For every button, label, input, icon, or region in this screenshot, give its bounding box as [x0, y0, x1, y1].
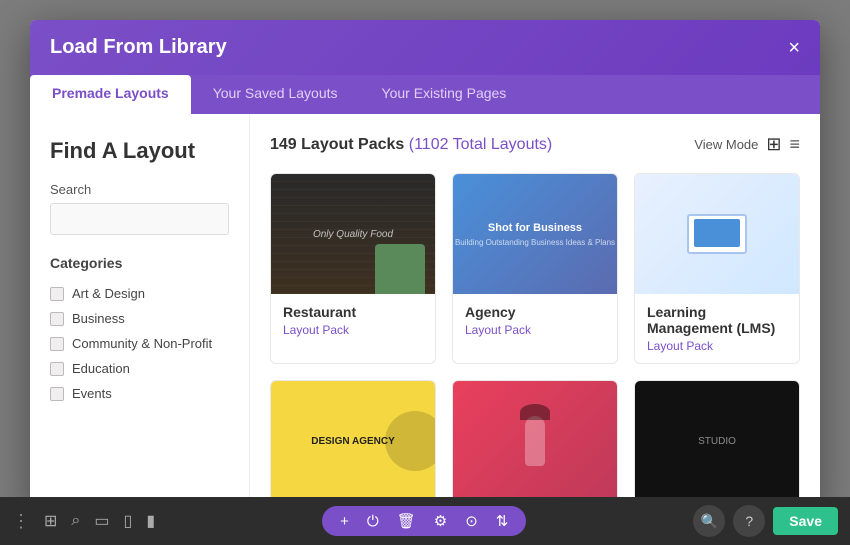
fashion-figure	[525, 416, 545, 466]
card-image-agency: Shot for Business Building Outstanding B…	[453, 174, 617, 294]
design-label: DESIGN AGENCY	[311, 436, 395, 447]
search-input[interactable]	[50, 203, 229, 235]
layout-card-lms[interactable]: Learning Management (LMS) Layout Pack	[634, 173, 800, 364]
content-header: 149 Layout Packs (1102 Total Layouts) Vi…	[270, 134, 800, 155]
card-type: Layout Pack	[465, 323, 605, 337]
category-label: Art & Design	[72, 286, 145, 301]
dark-preview: STUDIO	[635, 381, 799, 501]
card-image-fashion	[453, 381, 617, 501]
grid-icon[interactable]: ⊞	[44, 511, 57, 531]
card-info-restaurant: Restaurant Layout Pack	[271, 294, 435, 347]
list-view-icon[interactable]: ≡	[789, 134, 800, 155]
settings-icon[interactable]: ⚙	[434, 512, 447, 530]
card-image-restaurant: Only Quality Food	[271, 174, 435, 294]
tab-premade[interactable]: Premade Layouts	[30, 75, 191, 114]
sidebar: Find A Layout Search Categories Art & De…	[30, 114, 250, 510]
tablet-icon[interactable]: ▯	[124, 511, 133, 531]
modal-tabs: Premade Layouts Your Saved Layouts Your …	[30, 75, 820, 114]
search-label: Search	[50, 182, 229, 197]
restaurant-preview: Only Quality Food	[271, 174, 435, 294]
save-button[interactable]: Save	[773, 507, 838, 535]
category-business[interactable]: Business	[50, 306, 229, 331]
layout-card-design[interactable]: DESIGN AGENCY Design Agency Layout Pack	[270, 380, 436, 510]
restaurant-thumbnail	[375, 244, 425, 294]
search-icon[interactable]: ⌕	[71, 512, 80, 530]
monitor-icon[interactable]: ▭	[94, 511, 109, 531]
design-circle	[385, 411, 435, 471]
checkbox-events[interactable]	[50, 387, 64, 401]
toolbar-right: 🔍 ? Save	[693, 505, 838, 537]
help-button[interactable]: ?	[733, 505, 765, 537]
design-preview: DESIGN AGENCY	[271, 381, 435, 501]
view-mode-label: View Mode	[694, 137, 758, 152]
history-icon[interactable]: ⊙	[465, 512, 478, 530]
total-count: (1102 Total Layouts)	[409, 136, 553, 153]
dark-text: STUDIO	[698, 436, 736, 447]
category-label: Community & Non-Profit	[72, 336, 212, 351]
bottom-toolbar: ⋮ ⊞ ⌕ ▭ ▯ ▮ + ⏻ 🗑 ⚙ ⊙ ⇅ 🔍 ? Save	[0, 497, 850, 545]
card-image-dark: STUDIO	[635, 381, 799, 501]
category-art-design[interactable]: Art & Design	[50, 281, 229, 306]
category-education[interactable]: Education	[50, 356, 229, 381]
card-type: Layout Pack	[283, 323, 423, 337]
grid-view-icon[interactable]: ⊞	[766, 134, 781, 155]
card-image-lms	[635, 174, 799, 294]
toolbar-left: ⋮ ⊞ ⌕ ▭ ▯ ▮	[12, 511, 155, 532]
laptop-screen	[694, 219, 740, 247]
add-icon[interactable]: +	[340, 513, 349, 530]
card-name: Agency	[465, 304, 605, 320]
card-info-agency: Agency Layout Pack	[453, 294, 617, 347]
card-type: Layout Pack	[647, 339, 787, 353]
layout-card-restaurant[interactable]: Only Quality Food Restaurant Layout Pack	[270, 173, 436, 364]
fashion-preview	[453, 381, 617, 501]
category-events[interactable]: Events	[50, 381, 229, 406]
modal-body: Find A Layout Search Categories Art & De…	[30, 114, 820, 510]
modal-overlay: Load From Library × Premade Layouts Your…	[0, 0, 850, 497]
search-button[interactable]: 🔍	[693, 505, 725, 537]
category-label: Education	[72, 361, 130, 376]
layout-count: 149 Layout Packs (1102 Total Layouts)	[270, 136, 552, 154]
trash-icon[interactable]: 🗑	[397, 512, 416, 530]
checkbox-business[interactable]	[50, 312, 64, 326]
layout-card-dark[interactable]: STUDIO Dark Studio Layout Pack	[634, 380, 800, 510]
sidebar-title: Find A Layout	[50, 138, 229, 164]
view-mode: View Mode ⊞ ≡	[694, 134, 800, 155]
restaurant-tagline: Only Quality Food	[313, 229, 393, 240]
card-name: Learning Management (LMS)	[647, 304, 787, 336]
card-image-design: DESIGN AGENCY	[271, 381, 435, 501]
checkbox-education[interactable]	[50, 362, 64, 376]
agency-preview: Shot for Business Building Outstanding B…	[453, 174, 617, 294]
checkbox-art[interactable]	[50, 287, 64, 301]
laptop-icon	[687, 214, 747, 254]
content-area: 149 Layout Packs (1102 Total Layouts) Vi…	[250, 114, 820, 510]
tab-saved[interactable]: Your Saved Layouts	[191, 75, 360, 114]
power-icon[interactable]: ⏻	[367, 513, 379, 530]
lms-preview	[635, 174, 799, 294]
layout-cards-grid: Only Quality Food Restaurant Layout Pack	[270, 173, 800, 510]
dots-icon[interactable]: ⋮	[12, 511, 30, 532]
toolbar-center: + ⏻ 🗑 ⚙ ⊙ ⇅	[322, 506, 526, 536]
tab-existing[interactable]: Your Existing Pages	[360, 75, 529, 114]
fashion-hat	[520, 404, 550, 420]
toolbar-actions: + ⏻ 🗑 ⚙ ⊙ ⇅	[322, 506, 526, 536]
card-name: Restaurant	[283, 304, 423, 320]
agency-content: Shot for Business Building Outstanding B…	[455, 222, 615, 247]
layout-card-fashion[interactable]: High Fashion Layout Pack	[452, 380, 618, 510]
category-label: Events	[72, 386, 112, 401]
categories-title: Categories	[50, 255, 229, 271]
pack-count: 149 Layout Packs	[270, 136, 404, 153]
category-community[interactable]: Community & Non-Profit	[50, 331, 229, 356]
modal-title: Load From Library	[50, 36, 227, 59]
modal-close-button[interactable]: ×	[788, 38, 800, 58]
agency-headline: Shot for Business	[455, 222, 615, 234]
card-info-lms: Learning Management (LMS) Layout Pack	[635, 294, 799, 363]
checkbox-community[interactable]	[50, 337, 64, 351]
category-label: Business	[72, 311, 125, 326]
modal-header: Load From Library ×	[30, 20, 820, 75]
modal: Load From Library × Premade Layouts Your…	[30, 20, 820, 510]
mobile-icon[interactable]: ▮	[146, 511, 155, 531]
agency-subtext: Building Outstanding Business Ideas & Pl…	[455, 238, 615, 247]
layout-icon[interactable]: ⇅	[496, 512, 509, 530]
layout-card-agency[interactable]: Shot for Business Building Outstanding B…	[452, 173, 618, 364]
